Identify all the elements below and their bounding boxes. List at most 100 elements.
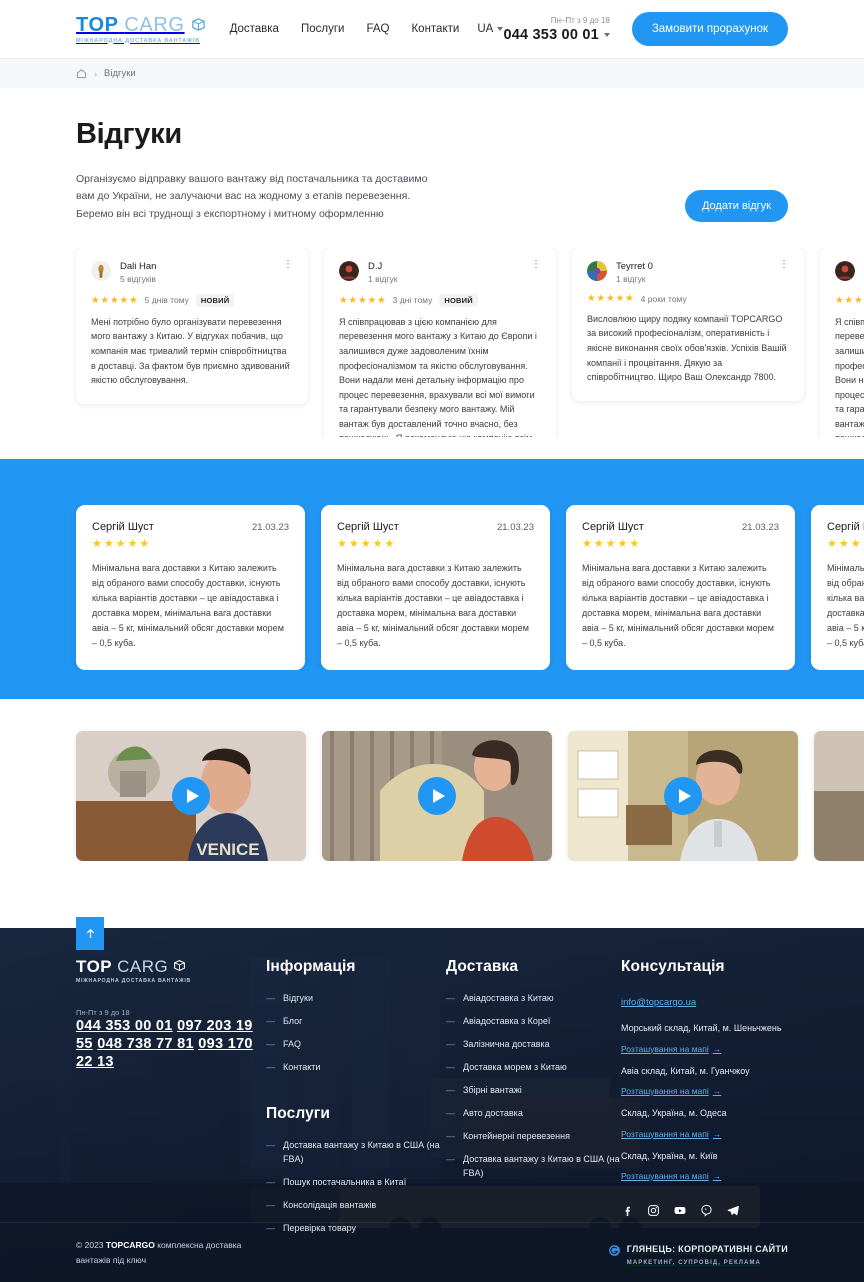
footer-delivery-sea-china[interactable]: — Доставка морем з Китаю: [446, 1061, 621, 1075]
footer-service-supplier-search[interactable]: — Пошук постачальника в Китаї: [266, 1176, 446, 1190]
video-reviews-carousel[interactable]: VENICE: [0, 699, 864, 861]
testimonial-author: Сергій Шуст: [337, 520, 399, 533]
breadcrumb: › Відгуки: [0, 58, 864, 88]
play-icon[interactable]: [172, 776, 210, 815]
status-badge: НОВИЙ: [195, 293, 235, 307]
dash-icon: —: [266, 1199, 275, 1210]
more-options-icon[interactable]: ⋮: [283, 259, 293, 269]
testimonials-section: Сергій Шуст 21.03.23 ★ ★ ★ ★ ★ Мінімальна ва…: [0, 458, 864, 699]
video-review-card[interactable]: VENICE: [76, 730, 306, 861]
footer-map-link-3[interactable]: Розташування на мапі →: [621, 1129, 721, 1139]
footer-link-blog[interactable]: — Блог: [266, 1015, 446, 1029]
header-phone[interactable]: 044 353 00 01: [504, 27, 610, 43]
rating-row: ★★★★★ 3 дні тому НОВИЙ: [835, 294, 864, 307]
site-footer: TOP CARG МІЖНАРОДНА ДОСТАВКА ВАНТАЖІВ Пн…: [0, 928, 864, 1282]
agency-name: ГЛЯНЕЦЬ: КОРПОРАТИВНІ САЙТИ: [626, 1243, 788, 1254]
footer-email-link[interactable]: info@topcargo.ua: [621, 997, 696, 1008]
main-nav: Доставка Послуги FAQ Контакти: [230, 23, 460, 35]
footer-map-link-2[interactable]: Розташування на мапі →: [621, 1086, 721, 1096]
play-icon[interactable]: [418, 776, 456, 815]
site-logo[interactable]: TOP CARG МІЖНАРОДНА ДОСТАВКА ВАНТАЖІВ: [76, 15, 206, 44]
cargo-box-icon: [173, 958, 186, 975]
nav-item-poslugy[interactable]: Послуги: [301, 23, 345, 35]
avatar: [587, 260, 607, 281]
more-options-icon[interactable]: ⋮: [779, 259, 789, 269]
footer-link-vidguky[interactable]: — Відгуки: [266, 992, 446, 1006]
nav-item-faq[interactable]: FAQ: [366, 23, 389, 35]
site-header: TOP CARG МІЖНАРОДНА ДОСТАВКА ВАНТАЖІВ До…: [0, 0, 864, 58]
nav-item-dostavka[interactable]: Доставка: [230, 23, 279, 35]
cargo-box-icon: [191, 17, 206, 32]
testimonial-text: Мінімальна вага доставки з Китаю залежит…: [337, 562, 529, 649]
star-rating: ★★★★★: [582, 537, 640, 550]
request-quote-button[interactable]: Замовити прорахунок: [631, 12, 788, 46]
header-phone-block: Пн–Пт з 9 до 18 044 353 00 01: [504, 16, 610, 43]
footer-phone-3[interactable]: 048 738 77 81: [97, 1036, 194, 1052]
nav-item-kontakty[interactable]: Контакти: [411, 23, 459, 35]
youtube-icon[interactable]: [673, 1204, 687, 1217]
facebook-icon[interactable]: [621, 1204, 634, 1217]
footer-logo-tagline: МІЖНАРОДНА ДОСТАВКА ВАНТАЖІВ: [76, 978, 192, 984]
play-icon[interactable]: [664, 776, 702, 815]
footer-delivery-air-korea[interactable]: — Авіадоставка з Кореї: [446, 1015, 621, 1029]
breadcrumb-home-link[interactable]: [76, 68, 87, 79]
video-review-card[interactable]: [814, 730, 864, 861]
dash-icon: —: [446, 1153, 455, 1164]
google-review-card: D.J 1 відгук ⋮ ★★★★★ 3 дні тому НОВИЙ Я …: [820, 246, 864, 437]
testimonial-date: 21.03.23: [497, 521, 534, 533]
more-options-icon[interactable]: ⋮: [531, 259, 541, 269]
dash-icon: —: [446, 1015, 455, 1026]
review-time: 3 дні тому: [392, 295, 433, 306]
scroll-to-top-button[interactable]: [76, 917, 104, 950]
social-links: [621, 1204, 821, 1217]
footer-delivery-air-china[interactable]: — Авіадоставка з Китаю: [446, 992, 621, 1006]
footer-logo-word1: TOP: [76, 957, 113, 976]
footer-service-fba[interactable]: — Доставка вантажу з Китаю в США (на FBA): [266, 1139, 446, 1167]
star-rating: ★★★★★: [339, 294, 386, 306]
footer-link-faq[interactable]: — FAQ: [266, 1038, 446, 1052]
review-time: 5 днів тому: [144, 295, 189, 306]
dash-icon: —: [446, 1038, 455, 1049]
header-phone-number: 044 353 00 01: [503, 26, 599, 43]
reviewer-meta: D.J 1 відгук: [368, 261, 398, 285]
footer-delivery-fba[interactable]: — Доставка вантажу з Китаю в США (на FBA): [446, 1153, 621, 1181]
telegram-icon[interactable]: [726, 1204, 740, 1217]
footer-consultation-column: Консультація info@topcargo.ua Морський с…: [621, 958, 821, 1244]
footer-address-2: Авіа склад, Китай, м. Гуанчжоу: [621, 1065, 750, 1076]
testimonials-carousel[interactable]: Сергій Шуст 21.03.23 ★ ★ ★ ★ ★ Мінімальна ва…: [0, 504, 864, 670]
video-review-card[interactable]: [322, 730, 552, 861]
footer-info-column: Інформація — Відгуки — Блог — FAQ — Контакти…: [266, 958, 446, 1244]
footer-link-kontakty[interactable]: — Контакти: [266, 1061, 446, 1075]
footer-brand-column: TOP CARG МІЖНАРОДНА ДОСТАВКА ВАНТАЖІВ Пн…: [76, 958, 266, 1244]
instagram-icon[interactable]: [647, 1204, 660, 1217]
google-reviews-carousel[interactable]: Dali Han 5 відгуків ⋮ ★ ★ ★ ★ ★ 5 днів тому …: [0, 246, 864, 437]
breadcrumb-current: Відгуки: [104, 68, 136, 79]
logo-wordmark: TOP CARG: [76, 15, 206, 35]
arrow-up-icon: [86, 928, 94, 938]
footer-delivery-groupage[interactable]: — Збірні вантажі: [446, 1084, 621, 1098]
footer-logo[interactable]: TOP CARG: [76, 958, 266, 975]
viber-icon[interactable]: [700, 1204, 713, 1217]
intro-text: Організуємо відправку вашого вантажу від…: [76, 173, 428, 220]
footer-address-1: Морський склад, Китай, м. Шеньчжень: [621, 1023, 782, 1033]
video-review-card[interactable]: [568, 730, 798, 861]
star-rating: ★★★★★: [337, 537, 395, 550]
footer-delivery-auto[interactable]: — Авто доставка: [446, 1107, 621, 1121]
footer-logo-word2: CARG: [117, 957, 169, 976]
dash-icon: —: [266, 1176, 275, 1187]
review-text: Я співпрацював з цією компанією для пере…: [339, 316, 537, 437]
testimonial-card: Сергій Шуст 21.03.23 ★★★★★ Мінімальна ва…: [566, 504, 795, 670]
footer-phone-1[interactable]: 044 353 00 01: [76, 1018, 173, 1034]
footer-map-link-4[interactable]: Розташування на мапі →: [621, 1171, 721, 1181]
footer-map-link-1[interactable]: Розташування на мапі →: [621, 1044, 721, 1054]
add-review-button[interactable]: Додати відгук: [684, 190, 788, 222]
footer-delivery-container[interactable]: — Контейнерні перевезення: [446, 1130, 621, 1144]
dash-icon: —: [446, 1107, 455, 1118]
agency-credit-link[interactable]: ГЛЯНЕЦЬ: КОРПОРАТИВНІ САЙТИ МАРКЕТИНГ, С…: [608, 1238, 788, 1268]
language-switcher[interactable]: UA: [477, 23, 504, 35]
avatar: [339, 260, 359, 281]
testimonial-header: Сергій Шуст 21.03.23: [92, 521, 289, 533]
footer-service-consolidation[interactable]: — Консолідація вантажів: [266, 1199, 446, 1213]
footer-delivery-rail[interactable]: — Залізнична доставка: [446, 1038, 621, 1052]
testimonial-date: 21.03.23: [742, 521, 779, 533]
